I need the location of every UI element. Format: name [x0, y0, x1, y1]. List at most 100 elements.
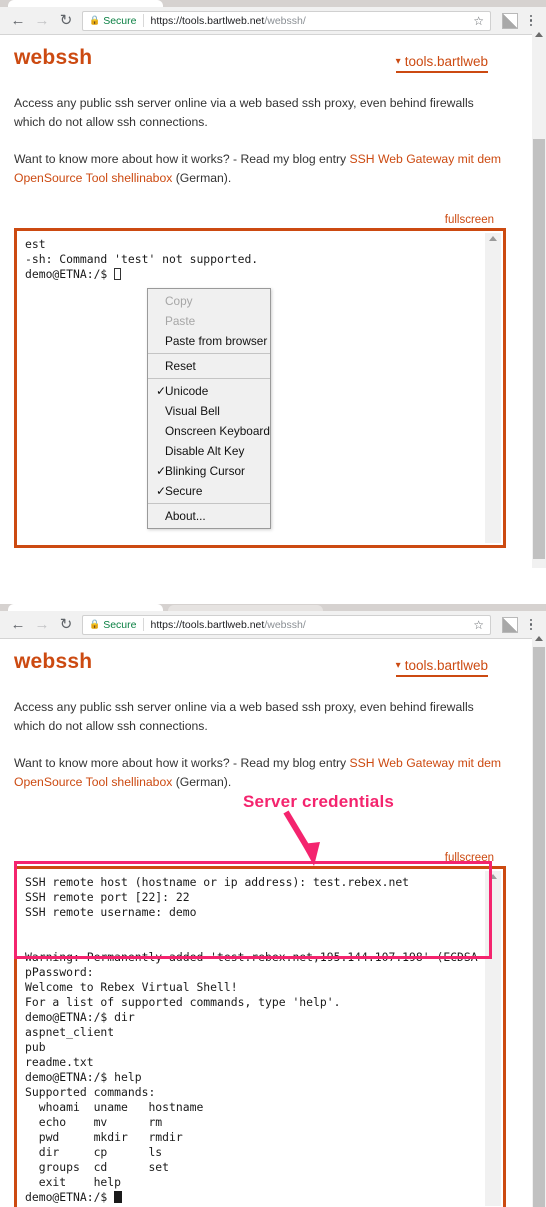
context-menu-item-label: Blinking Cursor — [165, 464, 245, 478]
lock-icon: 🔒 — [89, 15, 101, 25]
context-menu-item-paste-from-browser[interactable]: Paste from browser — [148, 331, 270, 351]
page-scroll-up-arrow-icon[interactable] — [535, 636, 543, 641]
back-icon[interactable]: ← — [6, 613, 30, 637]
context-menu-item-disable-alt-key[interactable]: Disable Alt Key — [148, 441, 270, 461]
context-menu-item-label: Unicode — [165, 384, 209, 398]
check-icon: ✓ — [156, 484, 166, 498]
context-menu-item-label: Paste — [165, 314, 196, 328]
panel-separator-gap — [0, 568, 546, 604]
context-menu-item-copy: Copy — [148, 291, 270, 311]
context-menu-item-visual-bell[interactable]: Visual Bell — [148, 401, 270, 421]
browser-tab-active-2[interactable] — [8, 604, 163, 611]
context-menu-item-about[interactable]: About... — [148, 506, 270, 526]
context-menu-item-label: Disable Alt Key — [165, 444, 245, 458]
browser-tab-active[interactable] — [8, 0, 163, 7]
terminal-scrollbar-top[interactable] — [485, 232, 501, 543]
page-content-bottom: webssh ▾ tools.bartlweb Access any publi… — [0, 650, 520, 1207]
tab-strip-top — [0, 0, 546, 7]
page-scroll-thumb[interactable] — [533, 647, 545, 1207]
context-menu-item-label: Paste from browser — [165, 334, 268, 348]
address-bar[interactable]: 🔒 Secure https://tools.bartlweb.net/webs… — [82, 10, 491, 31]
blog-paragraph: Want to know more about how it works? - … — [14, 754, 506, 792]
context-menu-item-label: Reset — [165, 359, 196, 373]
context-menu-item-onscreen-keyboard[interactable]: Onscreen Keyboard — [148, 421, 270, 441]
context-menu-item-label: Onscreen Keyboard — [165, 424, 270, 438]
context-menu-item-blinking-cursor[interactable]: ✓Blinking Cursor — [148, 461, 270, 481]
context-menu-item-label: Visual Bell — [165, 404, 220, 418]
browser-toolbar-bottom: ← → ↻ 🔒 Secure https://tools.bartlweb.ne… — [0, 611, 546, 639]
reload-icon[interactable]: ↻ — [54, 9, 78, 33]
blog-paragraph-post: (German). — [172, 170, 232, 185]
nav-tools-bartlweb[interactable]: ▾ tools.bartlweb — [395, 54, 488, 73]
web-page-top: webssh ▾ tools.bartlweb Access any publi… — [0, 36, 546, 568]
terminal-output-top: est -sh: Command 'test' not supported. d… — [25, 236, 259, 281]
fullscreen-link-top[interactable]: fullscreen — [14, 214, 506, 226]
chevron-down-icon: ▾ — [395, 659, 401, 671]
terminal-output-session: Welcome to Rebex Virtual Shell! For a li… — [25, 979, 341, 1204]
scroll-up-arrow-icon[interactable] — [489, 873, 497, 879]
screenshot-root: ← → ↻ 🔒 Secure https://tools.bartlweb.ne… — [0, 0, 546, 1207]
star-icon[interactable]: ☆ — [473, 618, 486, 632]
context-menu-item-unicode[interactable]: ✓Unicode — [148, 381, 270, 401]
extension-icon[interactable] — [502, 616, 518, 633]
context-menu-item-secure[interactable]: ✓Secure — [148, 481, 270, 501]
web-page-bottom: webssh ▾ tools.bartlweb Access any publi… — [0, 640, 546, 1207]
check-icon: ✓ — [156, 384, 166, 398]
blog-paragraph: Want to know more about how it works? - … — [14, 150, 506, 188]
url-path: /webssh/ — [264, 14, 306, 27]
context-menu-item-reset[interactable]: Reset — [148, 356, 270, 376]
scroll-up-arrow-icon[interactable] — [489, 235, 497, 241]
context-menu-item-label: About... — [165, 509, 206, 523]
page-scrollbar-bottom[interactable] — [532, 633, 546, 1207]
page-scrollbar-top[interactable] — [532, 29, 546, 568]
terminal-bottom[interactable]: SSH remote host (hostname or ip address)… — [14, 865, 506, 1207]
tab-strip-bottom — [0, 604, 546, 611]
url-text: https://tools.bartlweb.net/webssh/ — [151, 619, 306, 631]
context-menu-item-label: Secure — [165, 484, 203, 498]
context-menu-separator — [148, 503, 270, 504]
kebab-menu-icon[interactable] — [522, 14, 540, 27]
kebab-menu-icon[interactable] — [522, 618, 540, 631]
url-host: https://tools.bartlweb.net — [150, 618, 265, 631]
extension-icon[interactable] — [502, 12, 518, 29]
nav-label: tools.bartlweb — [404, 54, 488, 69]
omnibox-divider — [142, 14, 144, 27]
nav-label: tools.bartlweb — [404, 658, 488, 673]
url-path: /webssh/ — [264, 618, 306, 631]
terminal-scrollbar-bottom[interactable] — [485, 870, 501, 1206]
browser-tab-background-2[interactable] — [168, 605, 323, 611]
address-bar[interactable]: 🔒 Secure https://tools.bartlweb.net/webs… — [82, 614, 491, 635]
browser-window-bottom: ← → ↻ 🔒 Secure https://tools.bartlweb.ne… — [0, 604, 546, 639]
lock-icon: 🔒 — [89, 619, 101, 629]
terminal-cursor — [114, 1190, 123, 1203]
annotation-arrow-icon — [283, 810, 320, 866]
forward-icon: → — [34, 616, 50, 633]
intro-paragraph: Access any public ssh server online via … — [14, 700, 474, 733]
omnibox-divider — [142, 618, 144, 631]
reload-icon[interactable]: ↻ — [54, 613, 78, 637]
chevron-down-icon: ▾ — [395, 55, 401, 67]
context-menu-item-label: Copy — [165, 294, 193, 308]
browser-toolbar-top: ← → ↻ 🔒 Secure https://tools.bartlweb.ne… — [0, 7, 546, 35]
intro-paragraph: Access any public ssh server online via … — [14, 96, 474, 129]
star-icon[interactable]: ☆ — [473, 14, 486, 28]
blog-paragraph-pre: Want to know more about how it works? - … — [14, 151, 350, 166]
terminal-output-credentials: SSH remote host (hostname or ip address)… — [25, 874, 478, 979]
secure-label: Secure — [103, 618, 137, 631]
context-menu-separator — [148, 378, 270, 379]
back-icon[interactable]: ← — [6, 9, 30, 33]
terminal-context-menu[interactable]: Copy Paste Paste from browser Reset ✓Unicode… — [147, 288, 271, 529]
forward-icon: → — [34, 12, 50, 29]
blog-paragraph-post: (German). — [172, 774, 232, 789]
page-scroll-thumb[interactable] — [533, 139, 545, 559]
browser-window-top: ← → ↻ 🔒 Secure https://tools.bartlweb.ne… — [0, 0, 546, 35]
page-scroll-up-arrow-icon[interactable] — [535, 32, 543, 37]
nav-tools-bartlweb[interactable]: ▾ tools.bartlweb — [395, 658, 488, 677]
context-menu-separator — [148, 353, 270, 354]
url-host: https://tools.bartlweb.net — [150, 14, 265, 27]
context-menu-item-paste: Paste — [148, 311, 270, 331]
terminal-cursor — [114, 267, 122, 280]
url-text: https://tools.bartlweb.net/webssh/ — [151, 15, 306, 27]
check-icon: ✓ — [156, 464, 166, 478]
fullscreen-link-bottom[interactable]: fullscreen — [14, 852, 506, 864]
